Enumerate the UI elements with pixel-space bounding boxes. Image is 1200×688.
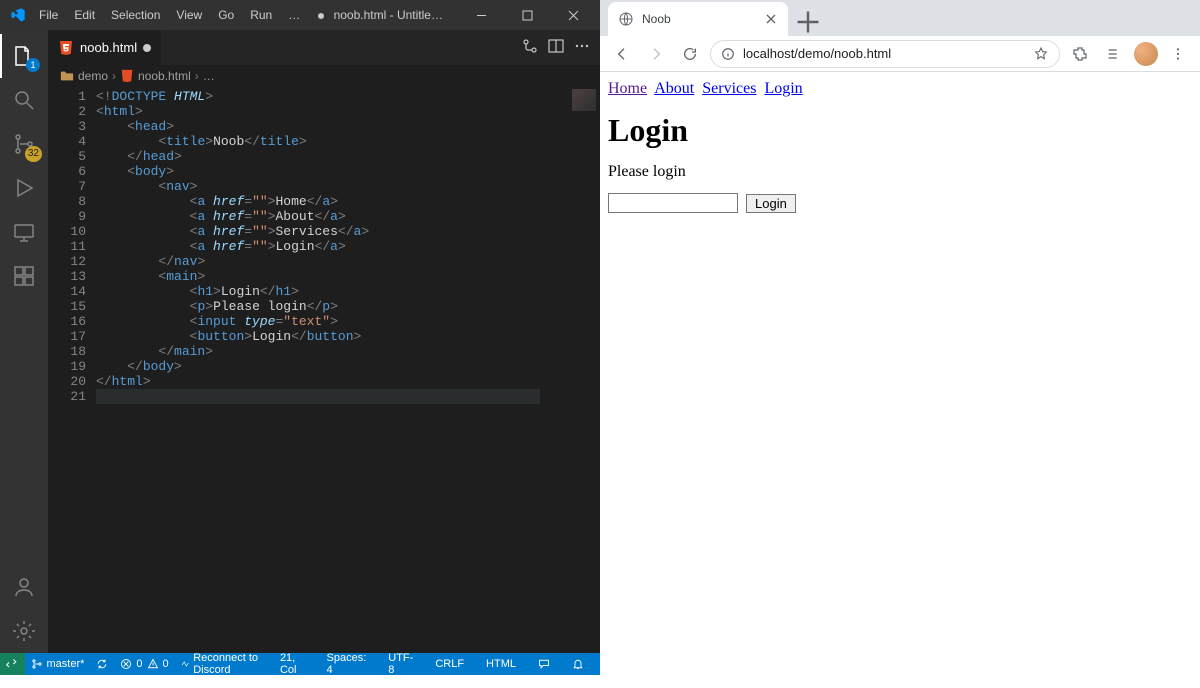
browser-tab-title: Noob [642,12,671,26]
address-url: localhost/demo/noob.html [743,46,891,61]
status-discord[interactable]: Reconnect to Discord [175,653,274,675]
address-bar[interactable]: localhost/demo/noob.html [710,40,1060,68]
status-encoding[interactable]: UTF-8 [382,652,419,676]
vscode-tabs: noob.html [48,30,600,65]
browser-tab-noob[interactable]: Noob [608,2,788,36]
browser-viewport: Home About Services Login Login Please l… [600,72,1200,675]
bookmark-star-icon[interactable] [1033,46,1049,62]
chrome-menu-icon[interactable] [1164,40,1192,68]
status-feedback-icon[interactable] [532,658,556,670]
close-icon[interactable] [764,12,778,26]
menu-more[interactable]: … [281,4,308,26]
vscode-window-title-text: noob.html - Untitled (Workspace) - Visua… [334,8,458,22]
activity-account[interactable] [0,565,48,609]
vscode-main: 1 32 [0,30,600,653]
split-editor-icon[interactable] [548,38,564,57]
activity-source-control[interactable]: 32 [0,122,48,166]
menu-go[interactable]: Go [211,4,241,26]
activity-explorer-badge: 1 [26,58,40,72]
activity-settings[interactable] [0,609,48,653]
chrome-toolbar: localhost/demo/noob.html [600,36,1200,72]
login-button[interactable]: Login [746,194,796,213]
nav-link-home[interactable]: Home [608,80,647,97]
status-sync[interactable] [90,653,114,675]
page-heading: Login [608,112,1192,149]
nav-forward-button[interactable] [642,40,670,68]
activity-run-debug[interactable] [0,166,48,210]
chrome-tabstrip: Noob [600,0,1200,36]
menu-file[interactable]: File [32,4,65,26]
login-input[interactable] [608,193,738,213]
new-tab-button[interactable] [794,8,822,36]
status-language[interactable]: HTML [480,658,522,670]
menu-view[interactable]: View [169,4,209,26]
breadcrumb-file: noob.html [138,69,191,83]
nav-back-button[interactable] [608,40,636,68]
profile-avatar[interactable] [1134,42,1158,66]
vscode-window-title: noob.html - Untitled (Workspace) - Visua… [308,8,458,22]
editor-tab-label: noob.html [80,40,137,55]
activity-search[interactable] [0,78,48,122]
chrome-window: Noob localhost/demo/noob.html Home About… [600,0,1200,675]
compare-changes-icon[interactable] [522,38,538,57]
menu-run[interactable]: Run [243,4,279,26]
page-nav: Home About Services Login [608,80,1192,98]
chevron-right-icon: › [112,69,116,83]
site-info-icon[interactable] [721,47,735,61]
vscode-code[interactable]: <!DOCTYPE HTML><html> <head> <title>Noob… [96,87,600,653]
vscode-status-bar: master* 0 0 Reconnect to Discord Ln 21, … [0,653,600,675]
extensions-icon[interactable] [1066,40,1094,68]
activity-extensions[interactable] [0,254,48,298]
folder-icon [60,69,74,83]
nav-reload-button[interactable] [676,40,704,68]
close-button[interactable] [550,0,596,30]
vscode-activity-bar: 1 32 [0,30,48,653]
modified-dot-icon [143,44,151,52]
status-warnings: 0 [163,658,169,670]
nav-link-login[interactable]: Login [764,80,802,97]
vscode-gutter: 123456789101112131415161718192021 [48,87,96,653]
nav-link-services[interactable]: Services [702,80,756,97]
status-errors: 0 [136,658,142,670]
modified-dot-icon [318,13,324,19]
nav-link-about[interactable]: About [654,80,694,97]
status-spaces[interactable]: Spaces: 4 [321,652,373,676]
globe-icon [618,11,634,27]
activity-explorer[interactable]: 1 [0,34,48,78]
vscode-menu: FileEditSelectionViewGoRun… [32,4,308,26]
vscode-code-area[interactable]: 123456789101112131415161718192021 <!DOCT… [48,87,600,653]
editor-tab-noob[interactable]: noob.html [48,30,161,65]
breadcrumb-more: … [203,69,215,83]
status-problems[interactable]: 0 0 [114,653,174,675]
minimize-button[interactable] [458,0,504,30]
status-remote-button[interactable] [0,653,25,675]
html-file-icon [58,40,74,56]
html-file-icon [120,69,134,83]
vscode-window: FileEditSelectionViewGoRun… noob.html - … [0,0,600,675]
breadcrumb-folder: demo [78,69,108,83]
vscode-logo-icon [10,7,26,23]
menu-edit[interactable]: Edit [67,4,102,26]
status-branch-label: master* [47,658,85,670]
page-paragraph: Please login [608,163,1192,181]
vscode-titlebar: FileEditSelectionViewGoRun… noob.html - … [0,0,600,30]
chevron-right-icon: › [195,69,199,83]
status-discord-label: Reconnect to Discord [193,652,268,676]
editor-tab-actions [522,30,600,65]
vscode-editor-group: noob.html demo › noob.html › … [48,30,600,653]
menu-selection[interactable]: Selection [104,4,167,26]
activity-remote-explorer[interactable] [0,210,48,254]
more-actions-icon[interactable] [574,38,590,57]
vscode-window-controls [458,0,596,30]
status-eol[interactable]: CRLF [429,658,470,670]
vscode-breadcrumbs[interactable]: demo › noob.html › … [48,65,600,87]
activity-scm-badge: 32 [25,146,42,162]
status-branch[interactable]: master* [25,653,91,675]
status-notifications-icon[interactable] [566,658,590,670]
maximize-button[interactable] [504,0,550,30]
reading-list-icon[interactable] [1100,40,1128,68]
